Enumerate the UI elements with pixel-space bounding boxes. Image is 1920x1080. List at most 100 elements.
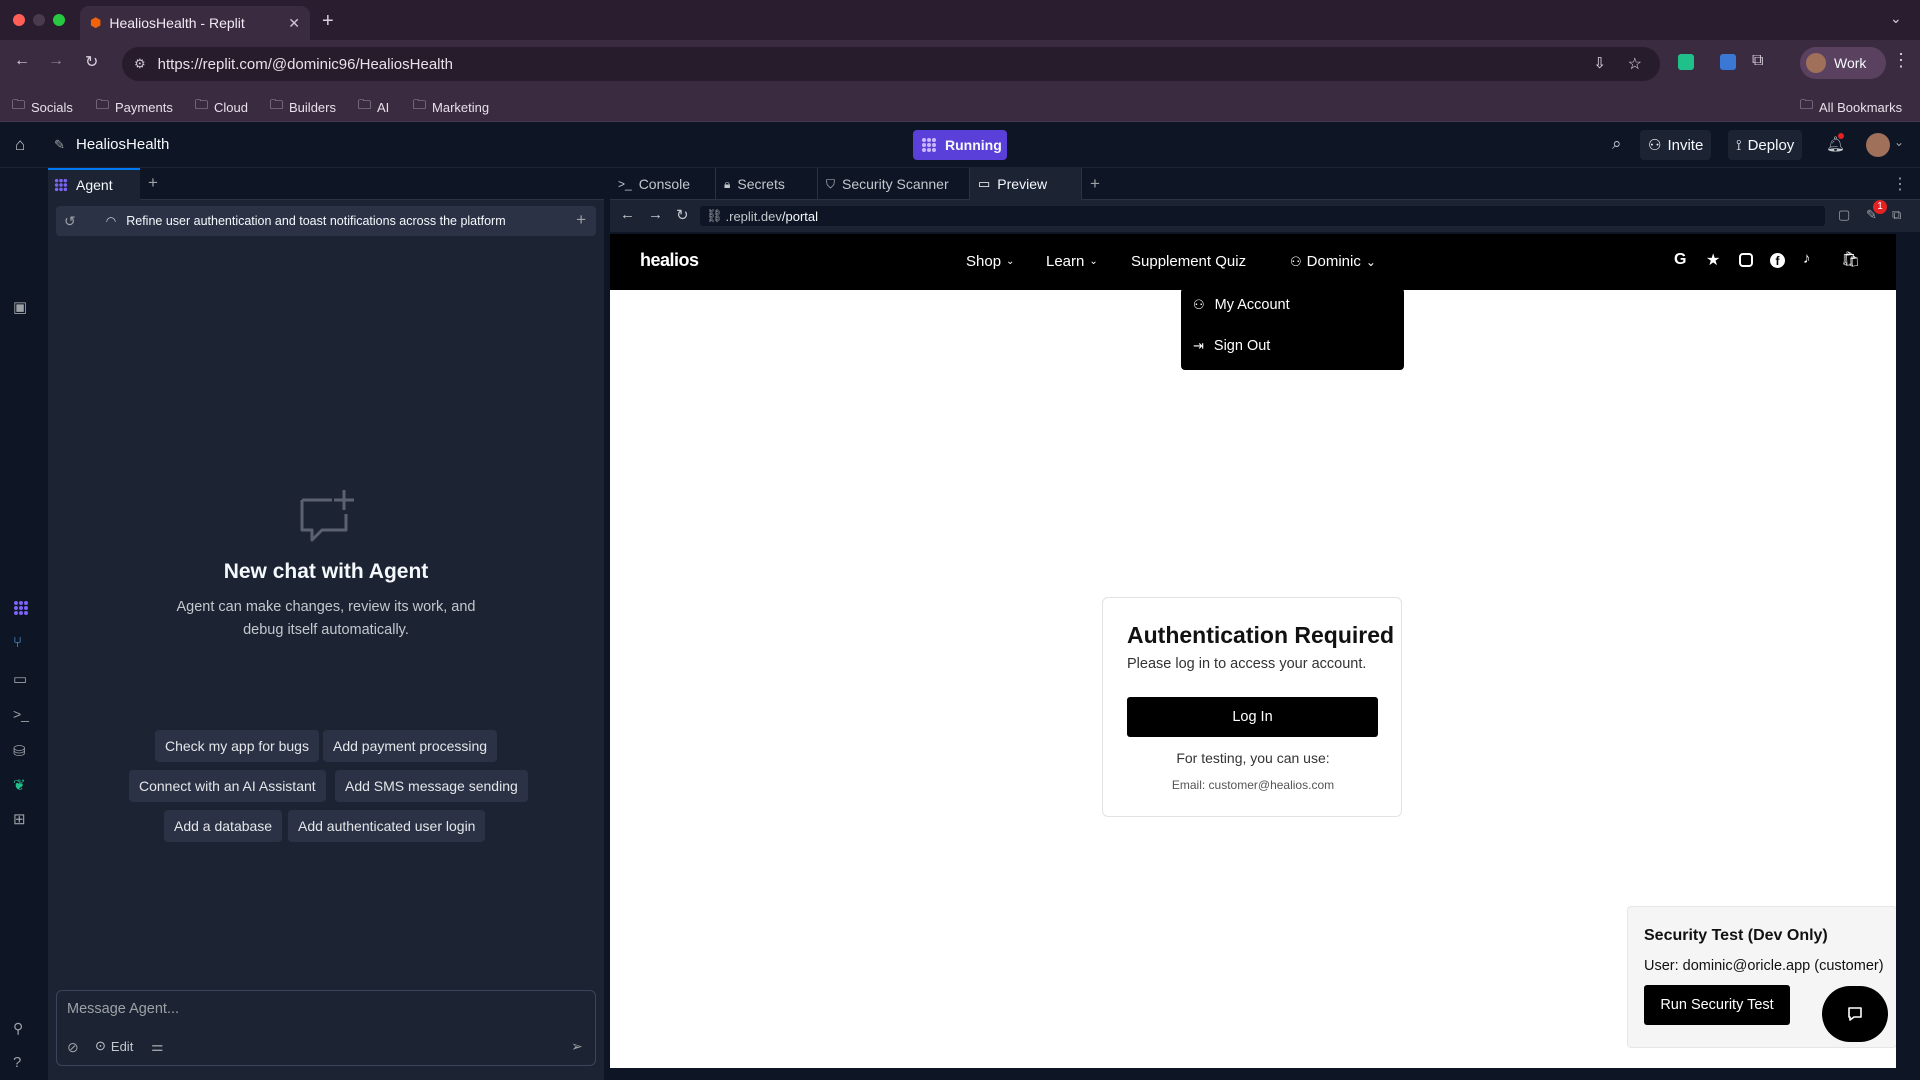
empty-title: New chat with Agent [223, 560, 429, 583]
minimize-window-button[interactable] [33, 14, 45, 26]
add-tab-icon[interactable]: + [1090, 174, 1100, 194]
tiktok-icon[interactable]: ♪ [1803, 250, 1811, 267]
suggestion-chip[interactable]: Add a database [164, 810, 283, 842]
install-app-icon[interactable]: ⇩ [1593, 54, 1606, 72]
profile-button[interactable]: Work [1800, 47, 1886, 79]
instagram-icon[interactable] [1739, 253, 1753, 267]
run-security-test-button[interactable]: Run Security Test [1644, 985, 1790, 1025]
search-icon[interactable]: ⌕ [1612, 134, 1622, 154]
tab-search-icon[interactable]: ⌄ [1890, 10, 1902, 27]
bookmark-builders[interactable]: 🗀 Builders [270, 96, 336, 118]
nav-shop[interactable]: Shop ⌄ [966, 253, 1014, 270]
all-tools-icon[interactable]: ⊞ [13, 810, 33, 830]
login-button[interactable]: Log In [1127, 697, 1378, 737]
back-icon[interactable]: ← [14, 52, 30, 70]
git-icon[interactable]: ⑂ [13, 634, 33, 654]
extension-icon[interactable] [1678, 54, 1694, 70]
nav-supplement-quiz[interactable]: Supplement Quiz [1131, 253, 1246, 270]
chat-launcher-button[interactable] [1822, 986, 1888, 1042]
browser-tab[interactable]: ⬢ HealiosHealth - Replit ✕ [80, 6, 310, 40]
forward-icon[interactable]: → [648, 206, 663, 223]
menu-item-sign-out[interactable]: ⇥ Sign Out [1193, 338, 1270, 354]
invite-button[interactable]: ⚇ Invite [1640, 130, 1712, 160]
deploy-icon: ⟟ [1736, 136, 1742, 154]
reload-icon[interactable]: ↻ [85, 52, 98, 72]
star-icon[interactable]: ★ [1706, 250, 1720, 270]
tab-agent[interactable]: Agent [48, 168, 140, 200]
bookmark-socials[interactable]: 🗀 Socials [12, 96, 73, 118]
new-chat-icon[interactable]: + [576, 210, 586, 230]
replit-header: ⌂ ✎ HealiosHealth Running ⌕ ⚇ Invite ⟟ Dep… [0, 122, 1920, 168]
user-avatar[interactable] [1866, 133, 1890, 157]
folder-icon: 🗀 [195, 97, 209, 112]
folder-icon: 🗀 [96, 97, 110, 112]
close-window-button[interactable] [13, 14, 25, 26]
extensions-puzzle-icon[interactable]: ⧉ [1752, 52, 1763, 70]
reload-icon[interactable]: ↻ [676, 206, 689, 224]
maximize-window-button[interactable] [53, 14, 65, 26]
shopping-bag-icon[interactable]: 🛍︎ [1841, 250, 1860, 268]
bookmark-star-icon[interactable]: ☆ [1628, 54, 1642, 74]
project-name[interactable]: HealiosHealth [76, 136, 169, 153]
home-icon[interactable]: ⌂ [15, 135, 25, 155]
add-tab-icon[interactable]: + [148, 173, 158, 193]
settings-sliders-icon[interactable]: ⚌ [151, 1038, 164, 1055]
site-logo[interactable]: healios [640, 250, 699, 271]
preview-site: healios Shop ⌄ Learn ⌄ Supplement Quiz ⚇ Do… [610, 234, 1896, 1068]
suggestion-chip[interactable]: Add authenticated user login [288, 810, 486, 842]
agent-icon[interactable] [13, 600, 33, 620]
facebook-icon[interactable]: f [1770, 253, 1785, 268]
open-new-window-icon[interactable]: ⧉ [1892, 207, 1901, 223]
deploy-button[interactable]: ⟟ Deploy [1728, 130, 1803, 160]
attach-icon[interactable]: ⊘ [67, 1039, 79, 1056]
shield-icon: ⛉ [826, 176, 836, 191]
tab-security-scanner[interactable]: ⛉ Security Scanner [818, 168, 970, 200]
bookmark-marketing[interactable]: 🗀 Marketing [413, 96, 489, 118]
user-menu-button[interactable]: ⚇ Dominic ⌄ [1290, 253, 1376, 270]
bookmark-cloud[interactable]: 🗀 Cloud [195, 96, 248, 118]
send-icon[interactable]: ➢ [571, 1038, 583, 1055]
history-icon[interactable]: ↺ [64, 213, 76, 230]
rocket-icon[interactable]: ⚲ [13, 1020, 33, 1040]
browser-menu-icon[interactable]: ⋮ [1892, 50, 1910, 71]
thread-title[interactable]: Refine user authentication and toast not… [126, 214, 505, 228]
user-icon: ⚇ [1290, 253, 1302, 269]
site-info-icon[interactable]: ⚙ [134, 56, 146, 72]
close-tab-icon[interactable]: ✕ [288, 15, 300, 32]
preview-url-field[interactable]: ⛓ .replit.dev /portal [700, 206, 1825, 226]
more-options-icon[interactable]: ⋮ [1892, 174, 1908, 194]
chevron-down-icon: ⌄ [1089, 256, 1098, 267]
preview-icon[interactable]: ▭ [13, 670, 33, 690]
deployments-icon[interactable]: ❦ [13, 776, 33, 796]
console-icon[interactable]: >_ [13, 706, 33, 726]
address-bar[interactable]: ⚙ https://replit.com/@dominic96/HealiosH… [122, 47, 1660, 81]
devices-icon[interactable]: ▢ [1838, 207, 1850, 223]
tab-console[interactable]: >_ Console [610, 168, 716, 200]
tab-secrets[interactable]: 🔒︎ Secrets [716, 168, 818, 200]
browser-toolbar: ← → ↻ ⚙ https://replit.com/@dominic96/He… [0, 40, 1920, 88]
suggestion-chip[interactable]: Add SMS message sending [335, 770, 528, 802]
back-icon[interactable]: ← [620, 206, 635, 223]
menu-item-my-account[interactable]: ⚇ My Account [1193, 297, 1290, 313]
agent-message-input[interactable]: Message Agent... ⊘ ⊙ Edit ⚌ ➢ [56, 990, 596, 1066]
suggestion-chip[interactable]: Connect with an AI Assistant [129, 770, 326, 802]
bookmark-payments[interactable]: 🗀 Payments [96, 96, 173, 118]
run-status-button[interactable]: Running [913, 130, 1007, 160]
files-icon[interactable]: ▣ [13, 298, 33, 318]
nav-learn[interactable]: Learn ⌄ [1046, 253, 1098, 270]
suggestion-chip[interactable]: Check my app for bugs [155, 730, 319, 762]
bookmark-ai[interactable]: 🗀 AI [358, 96, 389, 118]
empty-desc-line2: debug itself automatically. [243, 622, 409, 638]
edit-mode-button[interactable]: ⊙ Edit [95, 1038, 133, 1054]
forward-icon[interactable]: → [48, 52, 64, 70]
chevron-down-icon[interactable]: ⌄ [1894, 135, 1904, 149]
tab-preview[interactable]: ▭ Preview [970, 168, 1082, 200]
extension-2-icon[interactable] [1720, 54, 1736, 70]
sign-out-icon: ⇥ [1193, 338, 1204, 353]
suggestion-chip[interactable]: Add payment processing [323, 730, 498, 762]
new-tab-icon[interactable]: + [322, 10, 334, 33]
help-icon[interactable]: ? [13, 1054, 33, 1074]
all-bookmarks[interactable]: 🗀 All Bookmarks [1800, 96, 1902, 118]
database-icon[interactable]: ⛁ [13, 742, 33, 762]
google-icon[interactable]: G [1674, 251, 1686, 269]
